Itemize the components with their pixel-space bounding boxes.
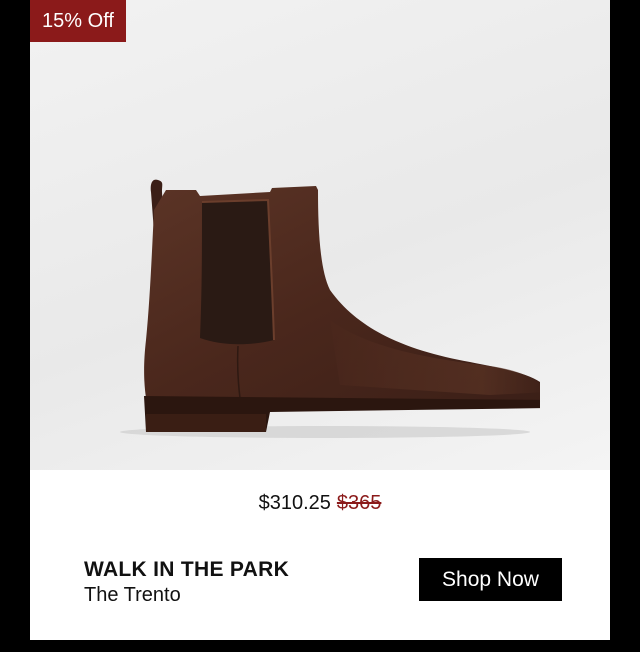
product-name: The Trento <box>84 584 181 606</box>
product-image-area[interactable]: 15% Off <box>30 0 610 470</box>
chelsea-boot-image[interactable] <box>110 170 540 445</box>
product-title: WALK IN THE PARK <box>84 558 290 581</box>
price-row: $310.25 $365 <box>30 492 610 515</box>
original-price: $365 <box>336 492 382 514</box>
product-card[interactable]: 15% Off $310.25 $365 WALK IN THE PARK Th… <box>30 0 610 640</box>
discount-badge: 15% Off <box>30 0 126 42</box>
shop-now-button[interactable]: Shop Now <box>419 558 562 601</box>
sale-price: $310.25 <box>258 492 331 514</box>
